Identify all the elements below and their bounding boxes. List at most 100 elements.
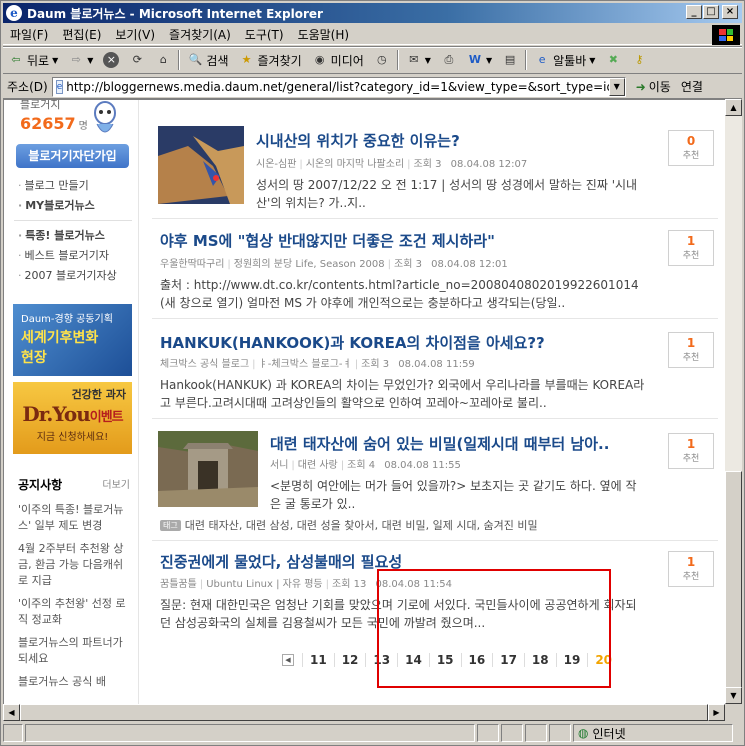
join-reporter-button[interactable]: 블로거기자단가입	[16, 144, 129, 168]
climate-banner[interactable]: Daum-경향 공동기획 세계기후변화 현장	[13, 304, 132, 376]
menu-help[interactable]: 도움말(H)	[291, 26, 357, 43]
history-icon: ◷	[376, 53, 387, 66]
notice-header: 공지사항 더보기	[18, 476, 130, 493]
recommend-button[interactable]: 1 추천	[668, 230, 714, 266]
page-link[interactable]: 11	[302, 653, 334, 667]
post-title[interactable]: 진중권에게 물었다, 삼성불매의 필요성	[160, 551, 402, 572]
window-title: Daum 블로거뉴스 - Microsoft Internet Explorer	[27, 6, 323, 21]
globe-icon: ◍	[578, 726, 589, 740]
edit-button[interactable]: W ▼	[462, 48, 497, 72]
menu-tools[interactable]: 도구(T)	[238, 26, 291, 43]
post-divider	[152, 218, 718, 219]
links-button[interactable]: 연결	[681, 78, 703, 95]
toolbar-separator	[525, 50, 528, 70]
recommend-button[interactable]: 1 추천	[668, 332, 714, 368]
post-divider	[152, 418, 718, 419]
notice-item[interactable]: '이주의 추천왕' 선정 로직 정교화	[18, 596, 130, 628]
post-title[interactable]: 대련 태자산에 숨어 있는 비밀(일제시대 때부터 남아..	[270, 433, 609, 454]
vertical-scrollbar[interactable]: ▲ ▼	[725, 99, 742, 704]
minimize-button[interactable]: _	[686, 5, 702, 19]
tag-icon: 태그	[160, 520, 181, 531]
notice-title: 공지사항	[18, 478, 63, 492]
print-button[interactable]: ⎙	[436, 48, 462, 72]
notice-item[interactable]: 블로거뉴스 공식 배	[18, 674, 130, 690]
title-bar: e Daum 블로거뉴스 - Microsoft Internet Explor…	[3, 3, 742, 23]
addon-button[interactable]: ✖	[600, 48, 626, 72]
address-dropdown[interactable]: ▼	[608, 77, 625, 96]
menu-view[interactable]: 보기(V)	[108, 26, 162, 43]
stop-button[interactable]: ×	[98, 48, 124, 72]
notice-item[interactable]: '이주의 특종! 블로거뉴스' 일부 제도 변경	[18, 502, 130, 534]
status-bar: ◍ 인터넷	[3, 723, 742, 743]
home-button[interactable]: ⌂	[150, 48, 176, 72]
recommend-button[interactable]: 1 추천	[668, 551, 714, 587]
post-title[interactable]: HANKUK(HANKOOK)과 KOREA의 차이점을 아세요??	[160, 332, 545, 353]
key-button[interactable]: ⚷	[626, 48, 652, 72]
home-icon: ⌂	[159, 53, 167, 66]
address-input[interactable]: e http://bloggernews.media.daum.net/gene…	[51, 76, 626, 97]
alttoolbar-button[interactable]: e 알툴바 ▼	[529, 48, 600, 72]
post-title[interactable]: 시내산의 위치가 중요한 이유는?	[256, 130, 460, 151]
page-viewport: 블로거지 62657명 블로거기자단가입 블로그 만들기 MY블로거뉴스 특종!…	[3, 99, 725, 704]
discuss-icon: ▤	[504, 53, 516, 66]
history-button[interactable]: ◷	[369, 48, 395, 72]
scoop-link[interactable]: 특종! 블로거뉴스	[18, 226, 117, 246]
back-button[interactable]: ⇦ 뒤로 ▼	[3, 48, 63, 72]
alttoolbar-icon: e	[538, 53, 546, 66]
my-bloggernews-link[interactable]: MY블로거뉴스	[18, 196, 95, 216]
forward-button[interactable]: ⇨ ▼	[63, 48, 98, 72]
notice-item[interactable]: 블로거뉴스의 파트너가 되세요	[18, 635, 130, 667]
award-link[interactable]: 2007 블로거기자상	[18, 266, 117, 286]
notice-item[interactable]: 4월 2주부터 추천왕 상금, 환금 가능 다음캐쉬로 지급	[18, 541, 130, 589]
menu-file[interactable]: 파일(F)	[3, 26, 55, 43]
search-icon: 🔍	[188, 53, 203, 66]
prev-page-icon[interactable]: ◀	[282, 654, 294, 666]
back-arrow-icon: ⇦	[11, 53, 21, 66]
post-meta: 체크박스 공식 블로그 | ㅑ-체크박스 블로그-ㅕ | 조회 3 08.04.08 1…	[160, 359, 475, 370]
mascot-icon	[90, 100, 120, 140]
address-label: 주소(D)	[7, 80, 48, 94]
mail-button[interactable]: ✉ ▼	[401, 48, 436, 72]
close-button[interactable]: ×	[722, 5, 738, 19]
ie-icon: e	[6, 5, 22, 21]
discuss-button[interactable]: ▤	[497, 48, 523, 72]
maximize-button[interactable]: □	[703, 5, 719, 19]
post-title[interactable]: 야후 MS에 "협상 반대않지만 더좋은 조건 제시하라"	[160, 230, 495, 251]
menu-edit[interactable]: 편집(E)	[55, 26, 108, 43]
post-thumbnail[interactable]	[158, 126, 244, 204]
search-button[interactable]: 🔍 검색	[182, 48, 233, 72]
feature-links: 특종! 블로거뉴스 베스트 블로거기자 2007 블로거기자상	[18, 226, 117, 286]
media-button[interactable]: ◉ 미디어	[307, 48, 369, 72]
post-meta: 우울한딱따구리 | 정원희의 분당 Life, Season 2008 | 조회 3 0…	[160, 259, 508, 270]
post-divider	[152, 318, 718, 319]
post-thumbnail[interactable]	[158, 431, 258, 507]
status-panel	[501, 724, 523, 742]
go-button[interactable]: ➜ 이동	[636, 78, 671, 95]
vertical-scroll-thumb[interactable]	[725, 471, 742, 689]
page-link[interactable]: 12	[333, 653, 366, 667]
address-bar: 주소(D) e http://bloggernews.media.daum.ne…	[3, 75, 742, 99]
menu-favorites[interactable]: 즐겨찾기(A)	[162, 26, 238, 43]
recommend-button[interactable]: 0 추천	[668, 130, 714, 166]
best-reporter-link[interactable]: 베스트 블로거기자	[18, 246, 117, 266]
star-icon: ★	[241, 53, 252, 66]
scroll-up-icon[interactable]: ▲	[725, 99, 742, 116]
favorites-button[interactable]: ★ 즐겨찾기	[234, 48, 307, 72]
horizontal-scrollbar[interactable]: ◀ ▶	[3, 704, 725, 721]
dryou-banner[interactable]: 건강한 과자 Dr.You이벤트 지금 신청하세요!	[13, 382, 132, 454]
scroll-right-icon[interactable]: ▶	[708, 704, 725, 721]
refresh-button[interactable]: ⟳	[124, 48, 150, 72]
word-icon: W	[468, 53, 482, 66]
recommend-button[interactable]: 1 추천	[668, 433, 714, 469]
page-icon: e	[55, 79, 64, 94]
post-summary: Hankook(HANKUK) 과 KOREA의 차이는 무었인가? 외국에서 …	[160, 378, 645, 410]
notice-more-link[interactable]: 더보기	[102, 476, 130, 493]
menu-bar: 파일(F) 편집(E) 보기(V) 즐겨찾기(A) 도구(T) 도움말(H)	[3, 25, 742, 45]
horizontal-scroll-thumb[interactable]	[20, 704, 708, 721]
reporter-count-label: 블로거지	[20, 99, 61, 111]
scroll-down-icon[interactable]: ▼	[725, 687, 742, 704]
windows-logo-icon	[712, 25, 740, 45]
make-blog-link[interactable]: 블로그 만들기	[18, 176, 95, 196]
scroll-left-icon[interactable]: ◀	[3, 704, 20, 721]
sidebar-divider	[14, 220, 132, 221]
